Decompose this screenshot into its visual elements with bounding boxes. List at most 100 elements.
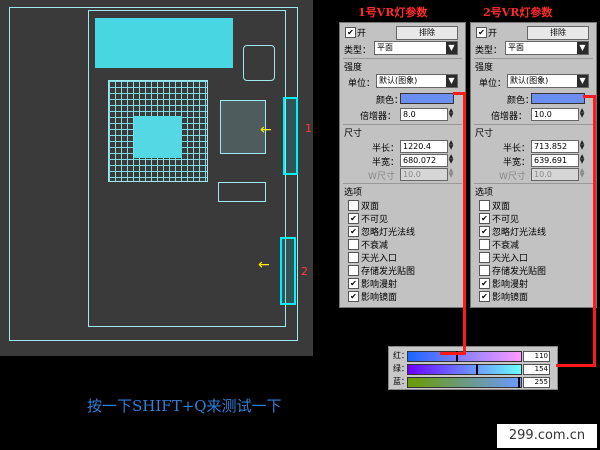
color-picker: 红： 110 绿： 154 蓝： 255 xyxy=(388,346,558,390)
option-checkbox[interactable]: ✔ xyxy=(348,291,359,302)
half-length-field[interactable]: 1220.4 xyxy=(400,140,448,153)
units-label: 单位： xyxy=(479,79,507,89)
type-label: 类型： xyxy=(344,46,372,56)
option-checkbox[interactable] xyxy=(479,200,490,211)
cabinet-object xyxy=(218,182,266,202)
units-value: 默认(图象) xyxy=(510,76,549,85)
chevron-down-icon: ▼ xyxy=(577,75,588,87)
connector-line-1-vertical xyxy=(463,92,466,355)
multiplier-field[interactable]: 10.0 xyxy=(531,108,579,121)
type-value: 平面 xyxy=(508,43,524,52)
half-width-label: 半宽： xyxy=(372,158,400,168)
type-dropdown[interactable]: 平面 ▼ xyxy=(505,41,589,55)
option-label: 存储发光贴图 xyxy=(492,267,547,277)
color-swatch[interactable] xyxy=(531,93,585,104)
green-slider-handle[interactable] xyxy=(476,364,478,375)
w-size-label: W尺寸 xyxy=(499,172,526,182)
option-checkbox[interactable]: ✔ xyxy=(348,278,359,289)
half-width-spinner[interactable]: ▲ ▼ xyxy=(579,154,585,165)
option-label: 忽略灯光法线 xyxy=(492,228,547,238)
option-checkbox[interactable] xyxy=(479,252,490,263)
option-checkbox[interactable]: ✔ xyxy=(348,226,359,237)
option-checkbox[interactable] xyxy=(479,265,490,276)
divider xyxy=(343,124,462,125)
connector-line-2-vertical xyxy=(593,95,596,367)
multiplier-label: 倍增器： xyxy=(360,112,397,122)
green-value-field[interactable]: 154 xyxy=(523,364,550,375)
option-checkbox[interactable]: ✔ xyxy=(479,291,490,302)
multiplier-spinner[interactable]: ▲ ▼ xyxy=(448,108,454,119)
vray-light-1-panel: ✔ 开排除 类型： 平面 ▼ 强度 单位： 默认(图象) ▼ 颜色： 倍增器： 8.0 ▲ ▼ 尺寸 半长： 1… xyxy=(339,22,466,308)
option-checkbox[interactable]: ✔ xyxy=(479,226,490,237)
red-value-field[interactable]: 110 xyxy=(523,351,550,362)
half-length-label: 半长： xyxy=(372,144,400,154)
half-width-field[interactable]: 639.691 xyxy=(531,154,579,167)
half-length-label: 半长： xyxy=(503,144,531,154)
option-label: 不可见 xyxy=(361,215,389,225)
multiplier-field[interactable]: 8.0 xyxy=(400,108,448,121)
option-label: 忽略灯光法线 xyxy=(361,228,416,238)
units-dropdown[interactable]: 默认(图象) ▼ xyxy=(376,74,458,88)
divider xyxy=(474,58,593,59)
w-size-field: 10.0 xyxy=(400,168,448,181)
option-checkbox[interactable]: ✔ xyxy=(479,213,490,224)
vray-light-2-panel: ✔ 开排除 类型： 平面 ▼ 强度 单位： 默认(图象) ▼ 颜色： 倍增器： 10.0 ▲ ▼ 尺寸 半长：… xyxy=(470,22,597,308)
divider xyxy=(343,183,462,184)
rug-pattern xyxy=(134,116,182,158)
option-checkbox[interactable] xyxy=(479,239,490,250)
half-length-spinner[interactable]: ▲ ▼ xyxy=(448,140,454,151)
site-watermark: 299.com.cn xyxy=(497,424,597,448)
blue-slider-handle[interactable] xyxy=(518,377,520,388)
option-label: 影响漫射 xyxy=(361,280,398,290)
option-label: 双面 xyxy=(361,202,380,212)
option-label: 天光入口 xyxy=(361,254,398,264)
chevron-down-icon: ▼ xyxy=(446,42,457,54)
divider xyxy=(343,58,462,59)
intensity-group-label: 强度 xyxy=(344,63,363,73)
green-slider[interactable] xyxy=(407,364,522,375)
option-checkbox[interactable]: ✔ xyxy=(348,213,359,224)
exclude-button[interactable]: 排除 xyxy=(527,26,589,40)
w-size-field: 10.0 xyxy=(531,168,579,181)
option-label: 双面 xyxy=(492,202,511,212)
on-checkbox[interactable]: ✔ xyxy=(476,27,487,38)
panel-1-title: 1号VR灯参数 xyxy=(358,6,428,19)
color-label: 颜色： xyxy=(376,96,404,106)
lamp-object xyxy=(243,45,275,81)
connector-line-2-h2 xyxy=(556,364,596,367)
half-length-field[interactable]: 713.852 xyxy=(531,140,579,153)
half-length-spinner[interactable]: ▲ ▼ xyxy=(579,140,585,151)
bed-object xyxy=(95,18,233,68)
option-label: 天光入口 xyxy=(492,254,529,264)
light-1-direction-arrow: ← xyxy=(260,122,272,138)
option-checkbox[interactable] xyxy=(348,265,359,276)
option-label: 不衰减 xyxy=(361,241,389,251)
top-viewport[interactable]: ← 1 ← 2 xyxy=(0,0,313,356)
exclude-button[interactable]: 排除 xyxy=(396,26,458,40)
option-checkbox[interactable] xyxy=(348,239,359,250)
color-swatch[interactable] xyxy=(400,93,454,104)
half-width-field[interactable]: 680.072 xyxy=(400,154,448,167)
multiplier-spinner[interactable]: ▲ ▼ xyxy=(579,108,585,119)
connector-line-1-h2 xyxy=(440,352,466,355)
light-1-label: 1 xyxy=(305,122,312,135)
chevron-down-icon: ▼ xyxy=(577,42,588,54)
option-checkbox[interactable] xyxy=(348,252,359,263)
option-checkbox[interactable]: ✔ xyxy=(479,278,490,289)
type-label: 类型： xyxy=(475,46,503,56)
vray-light-1[interactable] xyxy=(283,97,298,175)
option-checkbox[interactable] xyxy=(348,200,359,211)
blue-slider[interactable] xyxy=(407,377,522,388)
blue-value-field[interactable]: 255 xyxy=(523,377,550,388)
options-group-label: 选项 xyxy=(344,188,363,198)
vray-light-2[interactable] xyxy=(280,237,296,305)
option-label: 影响镜面 xyxy=(361,293,398,303)
type-dropdown[interactable]: 平面 ▼ xyxy=(374,41,458,55)
intensity-group-label: 强度 xyxy=(475,63,494,73)
type-value: 平面 xyxy=(377,43,393,52)
on-checkbox[interactable]: ✔ xyxy=(345,27,356,38)
units-dropdown[interactable]: 默认(图象) ▼ xyxy=(507,74,589,88)
half-width-spinner[interactable]: ▲ ▼ xyxy=(448,154,454,165)
units-value: 默认(图象) xyxy=(379,76,418,85)
half-width-label: 半宽： xyxy=(503,158,531,168)
